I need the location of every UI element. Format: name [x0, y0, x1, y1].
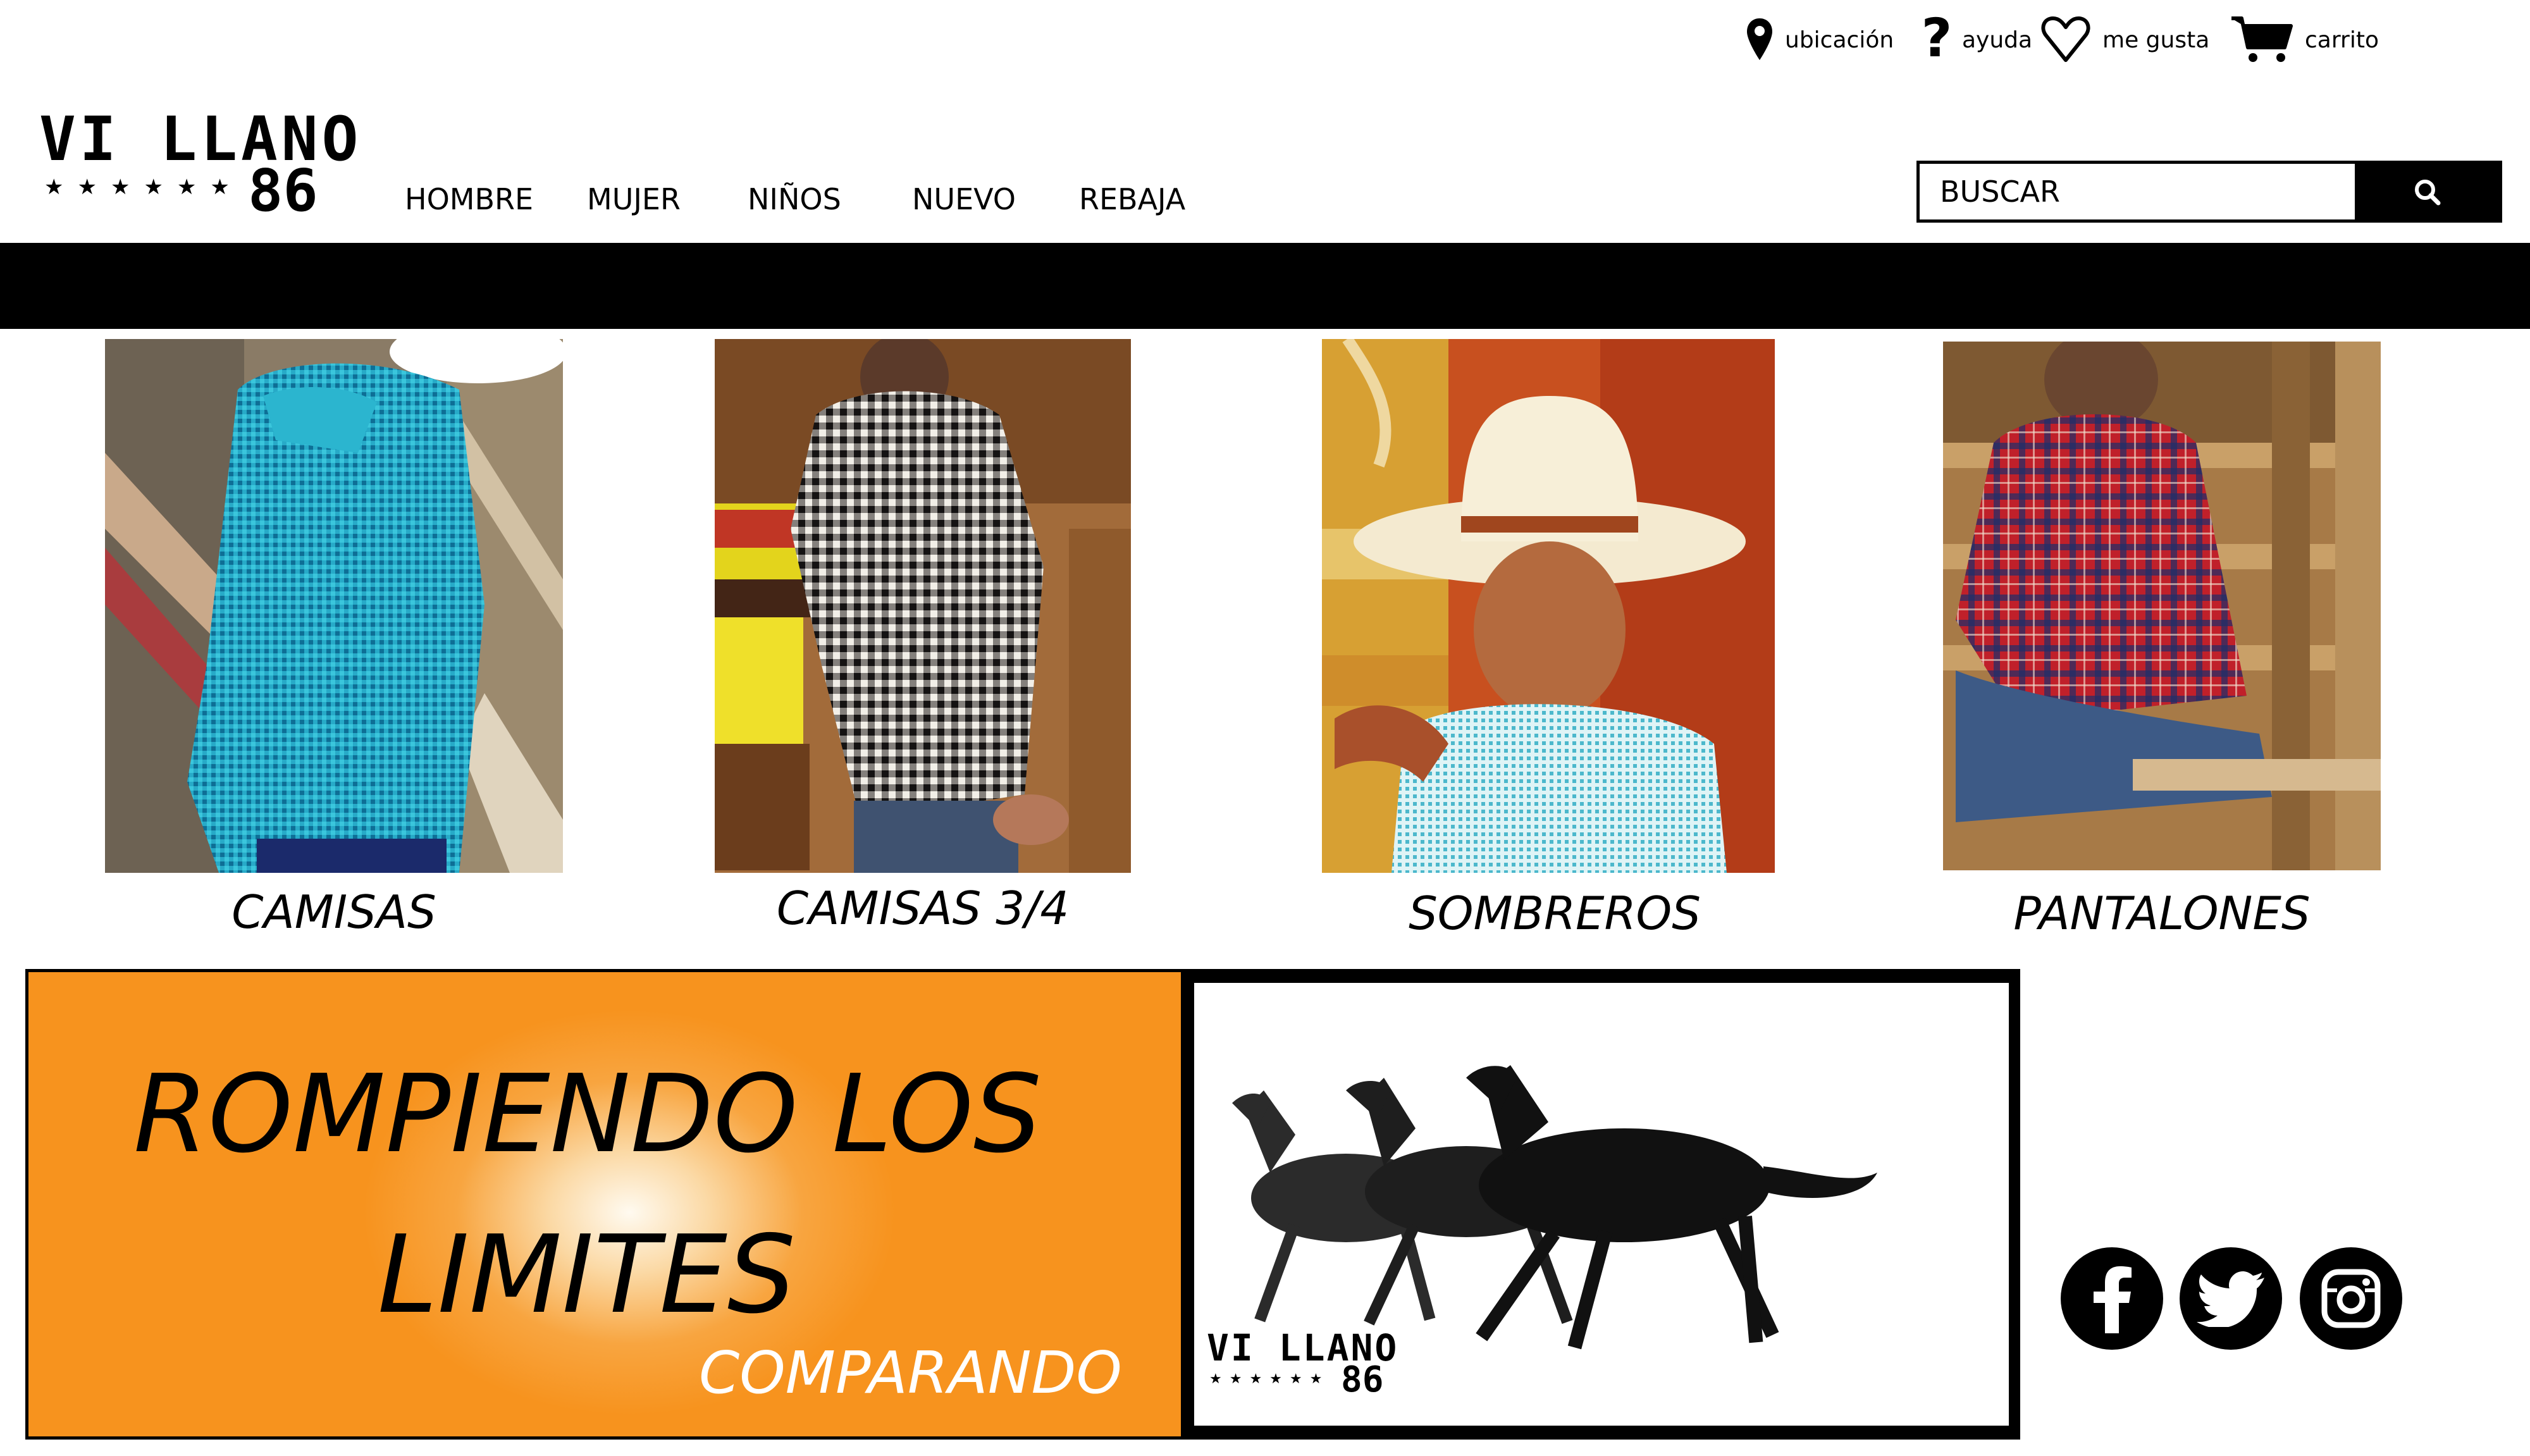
twitter-icon [2197, 1271, 2264, 1327]
nav-ninos[interactable]: NIÑOS [748, 182, 841, 216]
banner-logo-number: 86 [1341, 1359, 1384, 1400]
logo-stars: ★★★★★★ [44, 175, 244, 200]
logo-number: 86 [248, 157, 318, 225]
brand-logo[interactable]: VI LLANO ★★★★★★ 86 [39, 109, 358, 220]
facebook-button[interactable] [2061, 1247, 2163, 1350]
location-label: ubicación [1785, 27, 1894, 53]
banner-logo: VI LLANO ★★★★★★ 86 [1207, 1330, 1409, 1412]
search-icon [2415, 180, 2441, 206]
nav-hombre[interactable]: HOMBRE [405, 182, 533, 216]
question-mark-icon: ? [1923, 15, 1951, 65]
cart-link[interactable]: carrito [2230, 11, 2379, 68]
promo-subtitle: COMPARANDO [699, 1339, 1122, 1407]
promo-title-line1: ROMPIENDO LOS [133, 1052, 1042, 1177]
search-button[interactable] [2355, 164, 2499, 219]
svg-text:?: ? [1923, 15, 1951, 65]
facebook-icon [2094, 1266, 2132, 1333]
horse-banner[interactable]: VI LLANO ★★★★★★ 86 [1184, 969, 2020, 1440]
search-bar [1916, 161, 2502, 223]
heart-icon [2041, 16, 2090, 62]
likes-label: me gusta [2102, 27, 2210, 53]
category-label-camisas[interactable]: CAMISAS [105, 885, 563, 939]
instagram-icon [2321, 1269, 2381, 1328]
category-image-pantalones[interactable] [1943, 342, 2381, 870]
nav-mujer[interactable]: MUJER [587, 182, 681, 216]
location-link[interactable]: ubicación [1746, 11, 1894, 68]
instagram-button[interactable] [2300, 1247, 2402, 1350]
category-label-camisas-34[interactable]: CAMISAS 3/4 [715, 882, 1131, 935]
promo-title-line2: LIMITES [378, 1212, 796, 1338]
header-band [0, 243, 2530, 329]
likes-link[interactable]: me gusta [2040, 11, 2209, 68]
promo-banner[interactable]: ROMPIENDO LOS LIMITES COMPARANDO [25, 969, 1184, 1440]
horse-banner-image: VI LLANO ★★★★★★ 86 [1194, 983, 2009, 1426]
category-image-camisas[interactable] [105, 339, 563, 873]
category-image-camisas-34[interactable] [715, 339, 1131, 873]
nav-rebaja[interactable]: REBAJA [1079, 182, 1185, 216]
location-pin-icon [1747, 18, 1772, 60]
search-input[interactable] [1920, 164, 2355, 219]
help-label: ayuda [1962, 27, 2033, 53]
help-link[interactable]: ? ayuda [1923, 11, 2032, 68]
cart-icon [2231, 16, 2293, 62]
category-label-sombreros[interactable]: SOMBREROS [1322, 887, 1787, 940]
cart-label: carrito [2305, 27, 2379, 53]
category-image-sombreros[interactable] [1322, 339, 1775, 873]
banner-logo-stars: ★★★★★★ [1209, 1371, 1330, 1387]
twitter-button[interactable] [2180, 1247, 2282, 1350]
category-label-pantalones[interactable]: PANTALONES [1943, 887, 2381, 940]
nav-nuevo[interactable]: NUEVO [912, 182, 1016, 216]
